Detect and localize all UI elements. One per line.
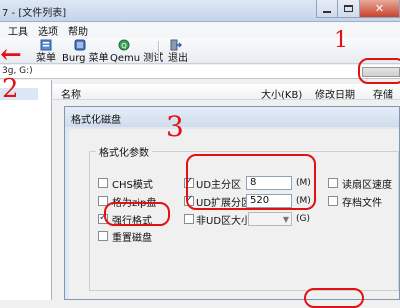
annotation-ring-scroll: [358, 58, 400, 84]
annotation-arrow: ←: [0, 40, 22, 70]
dialog-titlebar: 格式化磁盘: [65, 107, 399, 127]
toolbar-separator: [158, 41, 159, 61]
format-params-title: 格式化参数: [96, 144, 152, 159]
column-modified[interactable]: 修改日期: [315, 86, 355, 101]
non-ud-size-checkbox[interactable]: [184, 214, 194, 224]
chevron-down-icon: ▼: [282, 215, 289, 224]
reset-disk-checkbox[interactable]: [98, 231, 108, 241]
file-list-header: 名称 大小(KB) 修改日期 存储: [53, 84, 400, 101]
non-ud-size-unit: (G): [296, 214, 310, 224]
close-button[interactable]: ✕: [360, 0, 400, 18]
annotation-number-1: 1: [334, 28, 348, 53]
minimize-icon: [323, 10, 331, 13]
annotation-number-3: 3: [166, 110, 184, 143]
maximize-button[interactable]: [338, 0, 360, 18]
window-controls: ✕: [316, 0, 400, 18]
column-size[interactable]: 大小(KB): [261, 86, 302, 101]
maximize-icon: [344, 5, 353, 12]
annotation-ring-bottom: [304, 288, 364, 308]
chs-mode-checkbox[interactable]: [98, 178, 108, 188]
window-title: 7 - [文件列表]: [2, 8, 67, 19]
archive-file-checkbox[interactable]: [328, 196, 338, 206]
toolbar-burg-button[interactable]: Burg 菜单: [62, 49, 109, 64]
toolbar-menu-button[interactable]: 菜单: [36, 49, 56, 64]
annotation-number-2: 2: [2, 74, 19, 104]
column-storage[interactable]: 存储: [373, 86, 393, 101]
annotation-ring-ud-partitions: [186, 154, 316, 210]
menu-tools[interactable]: 工具: [8, 23, 28, 38]
menu-help[interactable]: 帮助: [68, 23, 88, 38]
chs-mode-label: CHS模式: [112, 180, 153, 191]
menu-options[interactable]: 选项: [38, 23, 58, 38]
non-ud-size-label: 非UD区大小: [196, 216, 252, 227]
left-tree-panel: [0, 80, 52, 300]
toolbar-qemu-button[interactable]: Qemu 测试: [110, 49, 163, 64]
toolbar-exit-button[interactable]: 退出: [168, 49, 188, 64]
close-icon: ✕: [374, 2, 385, 15]
address-bar[interactable]: 3g, G:): [0, 65, 400, 79]
non-ud-size-select[interactable]: ▼: [248, 212, 292, 226]
minimize-button[interactable]: [316, 0, 338, 18]
window-titlebar: 7 - [文件列表] ✕: [0, 0, 400, 22]
column-name[interactable]: 名称: [61, 86, 81, 101]
annotation-ring-force-format: [104, 202, 170, 226]
read-speed-checkbox[interactable]: [328, 178, 338, 188]
read-speed-label: 读扇区速度: [342, 180, 392, 191]
reset-disk-label: 重置磁盘: [112, 233, 152, 244]
dialog-title: 格式化磁盘: [71, 115, 121, 126]
archive-file-label: 存档文件: [342, 198, 382, 209]
